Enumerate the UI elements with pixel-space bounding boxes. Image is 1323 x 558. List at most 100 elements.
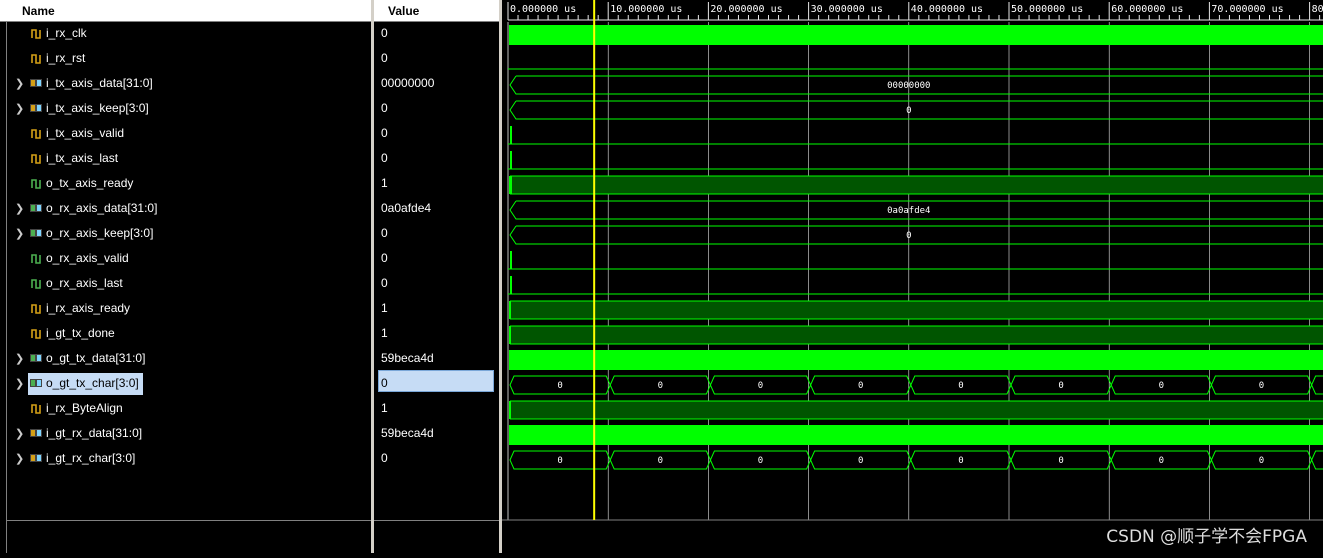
signal-value: 0 <box>381 451 388 465</box>
signal-row[interactable]: o_rx_axis_last <box>0 273 371 298</box>
signal-name: i_tx_axis_valid <box>46 126 125 140</box>
signal-value-row[interactable]: 0a0afde4 <box>374 198 499 223</box>
chevron-right-icon[interactable]: ❯ <box>15 378 25 390</box>
signal-value-row[interactable]: 0 <box>374 273 499 298</box>
time-tick-label: 80 <box>1312 4 1323 15</box>
signal-name: i_rx_clk <box>46 26 87 40</box>
signal-value: 0 <box>381 226 388 240</box>
time-tick-label: 50.000000 us <box>1011 4 1083 15</box>
signal-row[interactable]: ❯ i_tx_axis_keep[3:0] <box>0 98 371 123</box>
signal-row[interactable]: ❯ o_rx_axis_keep[3:0] <box>0 223 371 248</box>
bus-segments <box>509 450 1323 470</box>
signal-row[interactable]: i_tx_axis_valid <box>0 123 371 148</box>
signal-value-row[interactable]: 0 <box>374 448 499 473</box>
wave-high-fill <box>510 401 1323 419</box>
value-panel-bottom-divider <box>374 520 499 521</box>
signal-row[interactable]: i_rx_clk <box>0 23 371 48</box>
signal-name: o_gt_tx_data[31:0] <box>46 351 146 365</box>
output-bit-icon <box>30 252 42 264</box>
bus-segment-label: 0 <box>1058 381 1063 391</box>
time-tick-label: 40.000000 us <box>911 4 983 15</box>
time-tick-label: 30.000000 us <box>811 4 883 15</box>
signal-value-row[interactable]: 0 <box>374 48 499 73</box>
signal-row[interactable]: i_gt_tx_done <box>0 323 371 348</box>
signal-row[interactable]: ❯ o_rx_axis_data[31:0] <box>0 198 371 223</box>
bus-segment-label: 0 <box>1159 381 1164 391</box>
chevron-right-icon[interactable]: ❯ <box>15 428 25 440</box>
chevron-right-icon[interactable]: ❯ <box>15 453 25 465</box>
waveform-panel[interactable]: 0.000000 us 10.000000 us 20.000000 us 30.00… <box>502 0 1323 553</box>
signal-value-row[interactable]: 1 <box>374 173 499 198</box>
signal-value: 0a0afde4 <box>381 201 432 215</box>
signal-name: i_rx_ByteAlign <box>46 401 123 415</box>
time-tick-label: 10.000000 us <box>610 4 682 15</box>
signal-value-row[interactable]: 0 <box>374 123 499 148</box>
chevron-right-icon[interactable]: ❯ <box>15 203 25 215</box>
signal-value: 0 <box>381 126 388 140</box>
signal-value-row[interactable]: 1 <box>374 323 499 348</box>
signal-value: 0 <box>381 376 388 390</box>
wave-high-fill <box>510 326 1323 344</box>
bus-segment-label: 0 <box>758 381 763 391</box>
time-tick-label: 20.000000 us <box>710 4 782 15</box>
bus-dense-fill <box>509 350 1323 370</box>
signal-row[interactable]: o_tx_axis_ready <box>0 173 371 198</box>
signal-name: i_gt_tx_done <box>46 326 115 340</box>
input-bus-icon <box>30 452 42 464</box>
signal-row[interactable]: i_tx_axis_last <box>0 148 371 173</box>
bus-segment-label: 0 <box>858 456 863 466</box>
signal-value-row[interactable]: 0 <box>374 23 499 48</box>
signal-value: 0 <box>381 251 388 265</box>
signal-value-row[interactable]: 0 <box>374 370 499 398</box>
bus-outline <box>509 225 1323 245</box>
signal-row[interactable]: ❯ i_gt_rx_data[31:0] <box>0 423 371 448</box>
bus-value-label: 0a0afde4 <box>887 206 930 216</box>
signal-name: o_rx_axis_keep[3:0] <box>46 226 154 240</box>
signal-row[interactable]: ❯ i_gt_rx_char[3:0] <box>0 448 371 473</box>
signal-name: o_rx_axis_last <box>46 276 123 290</box>
value-column-header[interactable]: Value <box>374 0 499 22</box>
chevron-right-icon[interactable]: ❯ <box>15 78 25 90</box>
signal-value-row[interactable]: 00000000 <box>374 73 499 98</box>
signal-value: 59beca4d <box>381 351 434 365</box>
signal-name-panel: Name i_rx_clk i_rx_rst ❯ i_tx_axis_data[31:… <box>0 0 371 553</box>
chevron-right-icon[interactable]: ❯ <box>15 353 25 365</box>
signal-row[interactable]: i_rx_ByteAlign <box>0 398 371 423</box>
chevron-right-icon[interactable]: ❯ <box>15 228 25 240</box>
signal-value-row[interactable]: 0 <box>374 248 499 273</box>
signal-value-row[interactable]: 0 <box>374 98 499 123</box>
input-bus-icon <box>30 427 42 439</box>
signal-value-row[interactable]: 0 <box>374 223 499 248</box>
time-tick-label: 60.000000 us <box>1111 4 1183 15</box>
signal-row[interactable]: ❯ o_gt_tx_char[3:0] <box>0 373 371 398</box>
signal-row[interactable]: ❯ i_tx_axis_data[31:0] <box>0 73 371 98</box>
output-bus-icon <box>30 352 42 364</box>
bus-value-label: 00000000 <box>887 81 930 91</box>
signal-row[interactable]: o_rx_axis_valid <box>0 248 371 273</box>
signal-value: 0 <box>381 26 388 40</box>
signal-value-row[interactable]: 59beca4d <box>374 423 499 448</box>
time-tick-label: 70.000000 us <box>1211 4 1283 15</box>
signal-name: i_tx_axis_data[31:0] <box>46 76 153 90</box>
waveform-canvas[interactable]: 0.000000 us 10.000000 us 20.000000 us 30.00… <box>502 0 1323 553</box>
signal-value: 1 <box>381 301 388 315</box>
bus-segment-label: 0 <box>557 381 562 391</box>
signal-value: 1 <box>381 326 388 340</box>
signal-value-row[interactable]: 1 <box>374 298 499 323</box>
wave-high-fill <box>510 301 1323 319</box>
signal-name: i_tx_axis_keep[3:0] <box>46 101 149 115</box>
chevron-right-icon[interactable]: ❯ <box>15 103 25 115</box>
signal-row[interactable]: ❯ o_gt_tx_data[31:0] <box>0 348 371 373</box>
signal-value: 0 <box>381 151 388 165</box>
signal-value-row[interactable]: 1 <box>374 398 499 423</box>
bus-segment-label: 0 <box>858 381 863 391</box>
signal-value: 0 <box>381 51 388 65</box>
signal-value-row[interactable]: 0 <box>374 148 499 173</box>
input-bit-icon <box>30 302 42 314</box>
bus-segment-label: 0 <box>958 381 963 391</box>
bus-outline <box>509 100 1323 120</box>
bus-value-label: 0 <box>906 231 911 241</box>
signal-row[interactable]: i_rx_axis_ready <box>0 298 371 323</box>
signal-row[interactable]: i_rx_rst <box>0 48 371 73</box>
name-column-header[interactable]: Name <box>0 0 371 22</box>
